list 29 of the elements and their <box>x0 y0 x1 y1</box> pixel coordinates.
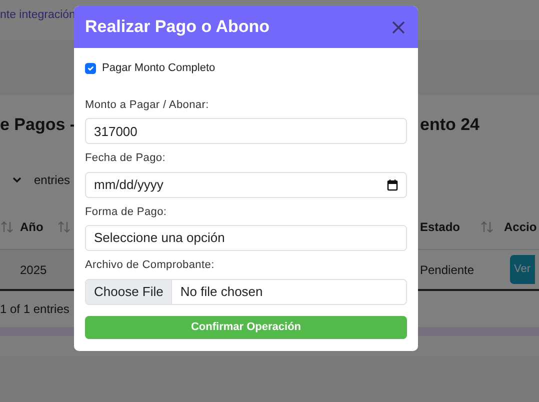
field-label: Fecha de Pago: <box>85 151 166 166</box>
sort-icon[interactable] <box>57 220 72 234</box>
select-field[interactable]: Seleccione una opción <box>85 225 407 251</box>
entries-label: entries <box>34 172 70 189</box>
table-cell-text: Pendiente <box>420 262 474 278</box>
table-cell-text: 2025 <box>20 262 47 278</box>
sort-icon[interactable] <box>0 220 14 234</box>
calendar-icon[interactable] <box>387 178 398 190</box>
sort-icon[interactable] <box>480 220 494 234</box>
choose-file-button[interactable]: Choose File <box>86 280 172 304</box>
date-input[interactable]: mm/dd/yyyy <box>85 172 407 198</box>
modal-title: Realizar Pago o Abono <box>85 16 270 38</box>
column-header[interactable]: Estado <box>420 218 460 236</box>
file-status: No file chosen <box>179 282 263 301</box>
table-info: 1 of 1 entries <box>0 301 70 318</box>
page-heading: ento 24 <box>420 114 480 136</box>
column-header[interactable]: Año <box>20 218 44 236</box>
field-label: Archivo de Comprobante: <box>85 258 216 273</box>
amount-input[interactable]: 317000 <box>85 118 407 144</box>
chevron-down-icon[interactable] <box>12 176 22 184</box>
field-label: Forma de Pago: <box>85 204 168 220</box>
column-header[interactable]: Accio <box>504 218 537 236</box>
close-button[interactable] <box>390 18 407 36</box>
link[interactable]: nte integración <box>0 9 76 21</box>
confirm-button[interactable]: Confirmar Operación <box>85 316 407 338</box>
checkbox-label: Pagar Monto Completo <box>102 61 216 76</box>
file-input[interactable]: Choose File No file chosen <box>85 278 407 304</box>
checkbox[interactable] <box>85 62 96 74</box>
field-label: Monto a Pagar / Abonar: <box>85 98 210 112</box>
